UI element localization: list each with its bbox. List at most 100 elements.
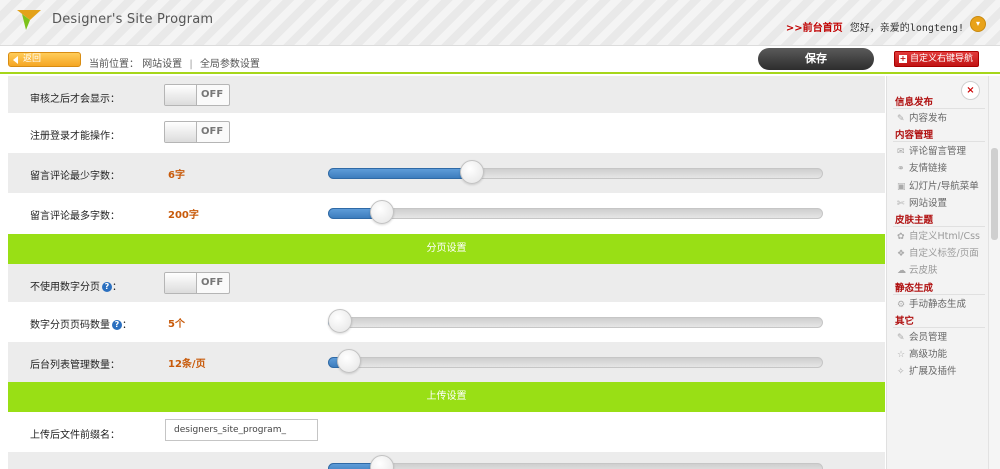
close-icon[interactable]: × xyxy=(961,81,980,100)
row-max-comment: 留言评论最多字数： 200字 xyxy=(8,193,885,233)
panel-link[interactable]: ⚙ 手动静态生成 xyxy=(897,296,966,310)
menu-item-icon: ✎ xyxy=(897,332,905,343)
paging-count-slider[interactable] xyxy=(328,309,823,335)
vertical-scrollbar[interactable] xyxy=(988,76,1000,469)
admin-list-slider[interactable] xyxy=(328,349,823,375)
panel-link[interactable]: ☆ 高级功能 xyxy=(897,346,947,360)
back-arrow-icon xyxy=(13,56,18,64)
row-paging-count: 数字分页页码数量?： 5个 xyxy=(8,302,885,342)
back-button[interactable]: 返回 xyxy=(8,52,81,67)
max-comment-label: 留言评论最多字数： xyxy=(30,211,120,222)
row-admin-list: 后台列表管理数量： 12条/页 xyxy=(8,342,885,382)
panel-group-title: 信息发布 xyxy=(895,97,934,108)
panel-divider xyxy=(893,293,985,295)
panel-link[interactable]: ✿ 自定义Html/Css xyxy=(897,228,980,242)
panel-link-label: 网站设置 xyxy=(909,197,948,209)
section-upload: 上传设置 xyxy=(8,382,885,412)
menu-item-icon: ❖ xyxy=(897,249,906,260)
toggle-state: OFF xyxy=(201,89,224,100)
panel-link-label: 手动静态生成 xyxy=(909,298,967,310)
menu-item-icon: ✄ xyxy=(897,198,905,209)
toolbar: 返回 当前位置： 网站设置 | 全局参数设置 保存 + 自定义右键导航 xyxy=(0,47,1000,74)
login-required-toggle[interactable]: OFF xyxy=(164,121,230,143)
label-colon: ： xyxy=(122,320,132,331)
row-upload-limit xyxy=(8,452,885,469)
min-comment-value: 6字 xyxy=(168,170,185,181)
panel-divider xyxy=(893,141,985,143)
row-no-number-paging: 不使用数字分页?： OFF xyxy=(8,264,885,304)
menu-item-icon: ✿ xyxy=(897,232,905,242)
panel-group-title: 其它 xyxy=(895,315,915,327)
menu-item-icon: ☆ xyxy=(897,350,906,360)
admin-list-label: 后台列表管理数量： xyxy=(30,360,120,371)
review-display-label: 审核之后才会显示： xyxy=(30,94,120,105)
panel-link[interactable]: ✎ 会员管理 xyxy=(897,329,947,343)
panel-link-label: 友情链接 xyxy=(909,163,948,175)
front-home-link[interactable]: >>前台首页 xyxy=(786,23,843,34)
section-paging: 分页设置 xyxy=(8,234,885,264)
upload-prefix-input[interactable] xyxy=(165,419,318,441)
brand-title: Designer's Site Program xyxy=(52,12,214,27)
panel-link-label: 云皮肤 xyxy=(909,265,938,277)
menu-item-icon: ✎ xyxy=(897,114,905,124)
slider-track xyxy=(328,317,823,328)
panel-divider xyxy=(893,226,985,227)
panel-link-label: 会员管理 xyxy=(909,331,948,343)
toggle-state: OFF xyxy=(201,277,224,288)
panel-group-title: 皮肤主题 xyxy=(895,215,934,226)
slider-handle[interactable] xyxy=(370,455,394,469)
upload-limit-slider[interactable] xyxy=(328,455,823,469)
panel-link[interactable]: ❖ 自定义标签/页面 xyxy=(897,245,979,259)
help-icon[interactable]: ? xyxy=(102,282,112,292)
paging-count-value: 5个 xyxy=(168,319,185,330)
paging-count-text: 数字分页页码数量 xyxy=(30,320,110,331)
slider-handle[interactable] xyxy=(337,349,361,373)
custom-nav-label: 自定义右键导航 xyxy=(910,54,974,64)
paging-count-label: 数字分页页码数量?： xyxy=(30,316,132,331)
custom-nav-button[interactable]: + 自定义右键导航 xyxy=(894,51,979,67)
menu-item-icon: ✧ xyxy=(897,367,905,378)
help-icon[interactable]: ? xyxy=(112,320,122,330)
toggle-knob xyxy=(165,122,197,142)
menu-item-icon: ☁ xyxy=(897,266,906,277)
top-header: Designer's Site Program >>前台首页 您好，亲爱的lon… xyxy=(0,0,1000,46)
upload-prefix-label: 上传后文件前缀名： xyxy=(30,430,120,441)
login-required-label: 注册登录才能操作： xyxy=(30,131,120,142)
panel-group-title: 内容管理 xyxy=(895,130,934,142)
panel-link[interactable]: ✎ 内容发布 xyxy=(897,110,947,124)
slider-handle[interactable] xyxy=(328,309,352,333)
review-display-toggle[interactable]: OFF xyxy=(164,84,230,106)
no-number-paging-toggle[interactable]: OFF xyxy=(164,272,230,294)
panel-link-label: 评论留言管理 xyxy=(909,146,967,158)
max-comment-slider[interactable] xyxy=(328,200,823,226)
plus-icon: + xyxy=(899,54,907,63)
admin-list-value: 12条/页 xyxy=(168,359,206,370)
dropdown-icon[interactable]: ▾ xyxy=(970,16,986,32)
panel-group-title: 静态生成 xyxy=(895,282,934,294)
panel-link-label: 自定义标签/页面 xyxy=(909,248,979,260)
panel-link-label: 内容发布 xyxy=(909,113,948,124)
panel-link[interactable]: ✧ 扩展及插件 xyxy=(897,363,957,377)
menu-item-icon: ⚭ xyxy=(897,164,905,175)
logo-icon xyxy=(17,10,41,30)
slider-track xyxy=(328,463,823,469)
breadcrumb-global-params[interactable]: 全局参数设置 xyxy=(200,59,260,70)
min-comment-slider[interactable] xyxy=(328,160,823,186)
slider-handle[interactable] xyxy=(460,160,484,184)
breadcrumb: 当前位置： 网站设置 | 全局参数设置 xyxy=(89,55,260,70)
panel-link[interactable]: ✄ 网站设置 xyxy=(897,195,947,209)
slider-handle[interactable] xyxy=(370,200,394,224)
panel-link[interactable]: ▣ 幻灯片/导航菜单 xyxy=(897,178,979,192)
scrollbar-thumb[interactable] xyxy=(991,148,998,240)
breadcrumb-site-settings[interactable]: 网站设置 xyxy=(142,59,182,70)
panel-link[interactable]: ✉ 评论留言管理 xyxy=(897,143,966,157)
label-colon: ： xyxy=(112,282,122,293)
toggle-knob xyxy=(165,273,197,293)
panel-link[interactable]: ☁ 云皮肤 xyxy=(897,262,938,276)
row-review-display: 审核之后才会显示： OFF xyxy=(8,76,885,116)
user-bar: >>前台首页 您好，亲爱的longteng! xyxy=(786,19,964,34)
save-button[interactable]: 保存 xyxy=(758,48,874,70)
panel-link[interactable]: ⚭ 友情链接 xyxy=(897,160,947,174)
row-upload-prefix: 上传后文件前缀名： xyxy=(8,412,885,452)
panel-link-label: 扩展及插件 xyxy=(909,366,957,378)
